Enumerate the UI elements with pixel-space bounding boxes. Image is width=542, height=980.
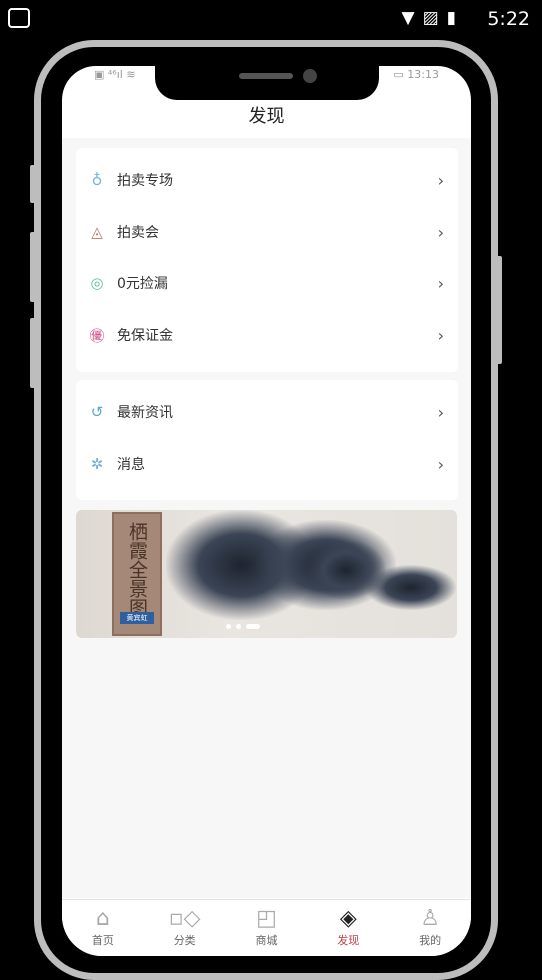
menu-item-auction-meeting[interactable]: ◬ 拍卖会 › [76,212,458,252]
menu-item-label: 消息 [117,457,145,473]
nav-label: 我的 [419,934,442,947]
phone-time: 13:13 [407,68,439,81]
chevron-right-icon: › [437,170,444,190]
share-nodes-icon: ◬ [91,223,103,241]
nav-label: 首页 [91,934,114,947]
menu-item-latest-news[interactable]: ↺ 最新资讯 › [76,392,458,432]
nav-label: 分类 [173,934,196,947]
menu-item-auction-session[interactable]: ♁ 拍卖专场 › [76,160,458,200]
zero-coin-icon: ◎ [90,274,104,292]
chevron-right-icon: › [437,325,444,345]
menu-card-news: ↺ 最新资讯 › ✲ 消息 › [76,380,458,500]
menu-item-free-deposit[interactable]: ㊝ 免保证金 › [76,315,458,355]
chevron-right-icon: › [437,273,444,293]
menu-item-messages[interactable]: ✲ 消息 › [76,444,458,484]
phone-signal-icons: ▣ ⁴⁶ıl ≋ [94,68,136,81]
app-screen: ▣ ⁴⁶ıl ≋ ▭ 13:13 发现 ♁ 拍卖专场 › ◬ 拍卖会 › ◎ 0… [62,66,471,956]
chevron-right-icon: › [437,454,444,474]
puzzle-icon: ✲ [90,455,104,473]
menu-item-label: 拍卖会 [117,225,159,241]
nav-label: 发现 [337,934,360,947]
chevron-right-icon: › [437,222,444,242]
banner-title-scroll: 栖霞全景图 黄宾虹 [112,512,162,636]
menu-item-label: 拍卖专场 [117,173,173,189]
power-button [496,256,502,364]
system-time: 5:22 [487,8,530,30]
grid-icon: ▫◇ [168,906,201,931]
free-deposit-icon: ㊝ [89,326,105,345]
balloon-icon: ♁ [91,171,103,189]
volume-button [30,318,36,388]
nav-label: 商城 [255,934,278,947]
bottom-nav: ⌂ 首页 ▫◇ 分类 ◰ 商城 ◈ 发现 ♙ 我的 [62,899,471,956]
volume-button [30,232,36,302]
carousel-indicator [226,624,260,629]
notch [155,66,379,100]
system-status-bar: ▼▨▮ 5:22 [0,0,542,38]
banner-carousel[interactable]: 栖霞全景图 黄宾虹 [76,510,457,638]
notification-icon [8,8,30,28]
volume-button [30,165,36,203]
signal-battery-icons: ▼▨▮ [401,8,464,28]
banner-stamp: 黄宾虹 [120,612,154,624]
nav-mall[interactable]: ◰ 商城 [226,900,308,956]
nav-category[interactable]: ▫◇ 分类 [144,900,226,956]
history-icon: ↺ [90,403,104,421]
banner-title: 栖霞全景图 [126,522,148,617]
home-icon: ⌂ [95,906,110,931]
content-area: ♁ 拍卖专场 › ◬ 拍卖会 › ◎ 0元捡漏 › ㊝ 免保证金 › ↺ 最新资… [62,138,471,898]
compass-icon: ◈ [339,906,357,931]
nav-mine[interactable]: ♙ 我的 [389,900,471,956]
phone-status-right: ▭ 13:13 [393,68,439,81]
nav-discover[interactable]: ◈ 发现 [307,900,389,956]
user-icon: ♙ [420,906,440,931]
page-title: 发现 [248,106,285,127]
menu-card-auctions: ♁ 拍卖专场 › ◬ 拍卖会 › ◎ 0元捡漏 › ㊝ 免保证金 › [76,148,458,372]
menu-item-label: 0元捡漏 [117,276,168,292]
menu-item-label: 免保证金 [117,328,173,344]
menu-item-zero-bargain[interactable]: ◎ 0元捡漏 › [76,263,458,303]
nav-home[interactable]: ⌂ 首页 [62,900,144,956]
chevron-right-icon: › [437,402,444,422]
shopping-bag-icon: ◰ [256,906,277,931]
menu-item-label: 最新资讯 [117,405,173,421]
